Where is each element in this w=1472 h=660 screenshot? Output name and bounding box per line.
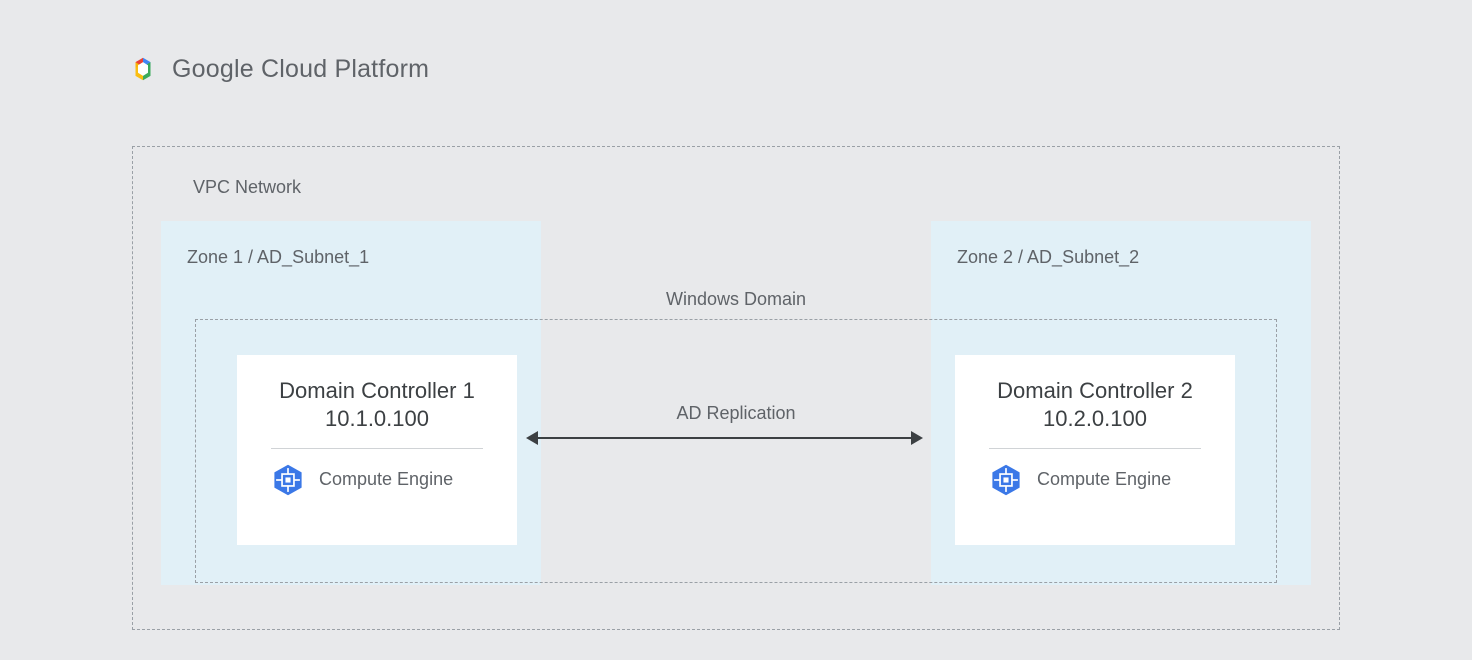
- dc1-divider: [271, 448, 483, 449]
- arrow-head-left-icon: [526, 431, 538, 445]
- gcp-title: Google Cloud Platform: [172, 55, 429, 84]
- domain-controller-1-card: Domain Controller 1 10.1.0.100 Compute E…: [237, 355, 517, 545]
- dc2-engine-row: Compute Engine: [989, 463, 1201, 497]
- diagram-canvas: Google Cloud Platform VPC Network Zone 1…: [0, 0, 1472, 660]
- ad-replication-arrow-line: [535, 437, 913, 439]
- domain-controller-2-card: Domain Controller 2 10.2.0.100 Compute E…: [955, 355, 1235, 545]
- vpc-network-box: VPC Network Zone 1 / AD_Subnet_1 Zone 2 …: [132, 146, 1340, 630]
- dc1-engine-label: Compute Engine: [319, 469, 453, 490]
- zone-1-label: Zone 1 / AD_Subnet_1: [187, 247, 369, 268]
- diagram-inner: Google Cloud Platform VPC Network Zone 1…: [98, 10, 1374, 650]
- arrow-head-right-icon: [911, 431, 923, 445]
- dc2-ip: 10.2.0.100: [1043, 406, 1147, 432]
- dc1-engine-row: Compute Engine: [271, 463, 483, 497]
- windows-domain-label: Windows Domain: [666, 289, 806, 310]
- gcp-brand-bold: Google: [172, 55, 254, 83]
- compute-engine-icon: [271, 463, 305, 497]
- dc2-engine-label: Compute Engine: [1037, 469, 1171, 490]
- vpc-network-label: VPC Network: [193, 177, 301, 198]
- ad-replication-label: AD Replication: [676, 403, 795, 424]
- dc1-ip: 10.1.0.100: [325, 406, 429, 432]
- dc2-divider: [989, 448, 1201, 449]
- gcp-header: Google Cloud Platform: [98, 10, 1374, 114]
- gcp-brand-rest: Cloud Platform: [254, 55, 429, 83]
- gcp-logo-icon: [128, 54, 158, 84]
- dc2-title: Domain Controller 2: [997, 377, 1193, 406]
- dc1-title: Domain Controller 1: [279, 377, 475, 406]
- zone-2-label: Zone 2 / AD_Subnet_2: [957, 247, 1139, 268]
- compute-engine-icon: [989, 463, 1023, 497]
